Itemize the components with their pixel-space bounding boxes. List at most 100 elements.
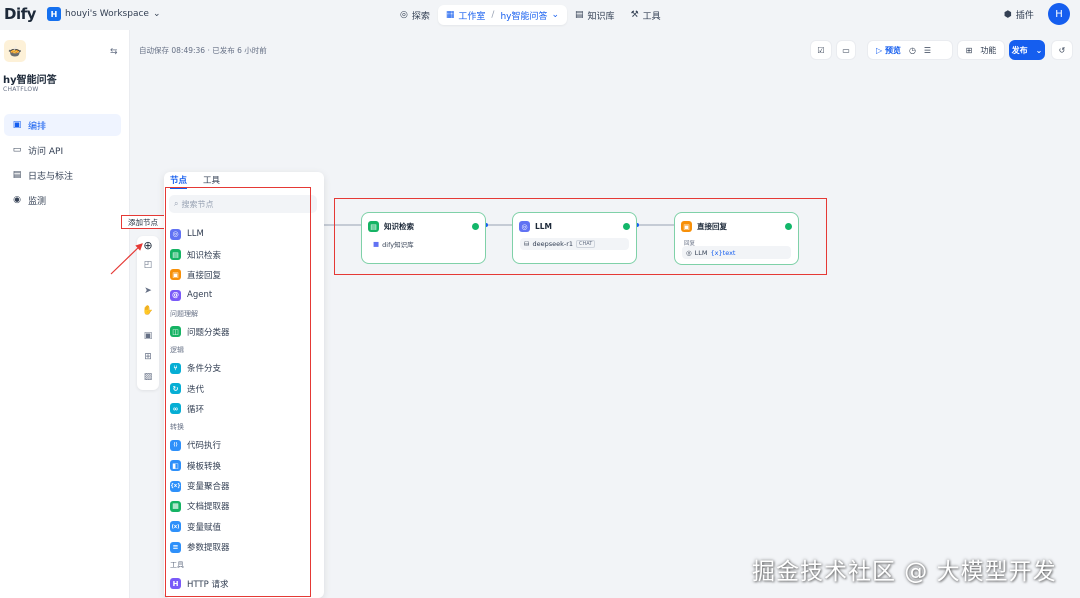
node-list-item[interactable]: @ Agent bbox=[170, 285, 310, 305]
node-list-label: HTTP 请求 bbox=[187, 579, 229, 590]
nav-knowledge[interactable]: ▤ 知识库 bbox=[567, 5, 623, 25]
node-type-icon: @ bbox=[170, 289, 181, 301]
node-list-item[interactable]: ⟨⟩ 代码执行 bbox=[170, 435, 310, 455]
node-header: ▤ 知识检索 bbox=[368, 221, 414, 232]
node-list-label: 变量赋值 bbox=[187, 522, 222, 533]
monitor-icon: ◉ bbox=[13, 195, 21, 205]
node-type-icon: ◧ bbox=[170, 460, 181, 472]
version-history-button[interactable]: ↺ bbox=[1051, 40, 1073, 60]
plugin-label: 插件 bbox=[1015, 11, 1034, 21]
node-list-item[interactable]: ◧ 模板转换 bbox=[170, 456, 310, 476]
sidebar-item-logs[interactable]: ▤ 日志与标注 bbox=[4, 164, 121, 186]
sidebar-item-label: 编排 bbox=[28, 121, 47, 132]
node-model: ⛁ deepseek-r1 CHAT bbox=[520, 238, 629, 250]
sidebar-item-label: 日志与标注 bbox=[28, 171, 74, 182]
node-list-label: 直接回复 bbox=[187, 270, 222, 281]
node-header: ◎ LLM bbox=[519, 221, 552, 232]
note-icon[interactable]: ◰ bbox=[137, 260, 159, 270]
preview-button[interactable]: ▷ 预览 bbox=[876, 45, 901, 56]
node-type-icon: ▦ bbox=[170, 500, 181, 512]
dify-logo[interactable]: Dify bbox=[4, 5, 36, 23]
node-llm[interactable]: ◎ LLM ⛁ deepseek-r1 CHAT bbox=[512, 212, 637, 264]
node-list-item[interactable]: ▦ 文档提取器 bbox=[170, 496, 310, 516]
preview-label: 预览 bbox=[884, 45, 901, 55]
node-knowledge-retrieval[interactable]: ▤ 知识检索 ■ dify知识库 bbox=[361, 212, 486, 264]
node-category: 逻辑 bbox=[170, 345, 184, 354]
app-name: hy智能问答 bbox=[3, 75, 57, 86]
node-list-label: 模板转换 bbox=[187, 461, 222, 472]
publish-button[interactable]: 发布 ⌄ bbox=[1009, 40, 1045, 60]
file-icon: ▤ bbox=[12, 170, 22, 180]
node-list-label: Agent bbox=[187, 290, 213, 301]
node-type-icon: (x) bbox=[170, 521, 181, 533]
node-list-label: 循环 bbox=[187, 404, 205, 415]
add-node-icon[interactable]: ⊕ bbox=[137, 239, 159, 252]
autosave-status: 自动保存 08:49:36 · 已发布 6 小时前 bbox=[139, 46, 267, 55]
node-title: 知识检索 bbox=[384, 222, 414, 231]
node-list-item[interactable]: ∞ 循环 bbox=[170, 399, 310, 419]
node-type-icon: ⑂ bbox=[170, 362, 181, 374]
node-list-item[interactable]: ▤ 知识检索 bbox=[170, 244, 310, 264]
node-list-item[interactable]: ↻ 迭代 bbox=[170, 378, 310, 398]
history-run-icon[interactable]: ◷ bbox=[909, 46, 916, 55]
user-avatar[interactable]: H bbox=[1048, 3, 1070, 25]
node-list-item[interactable]: ≡ 参数提取器 bbox=[170, 537, 310, 557]
node-search-input[interactable]: ⌕ 搜索节点 bbox=[169, 195, 317, 213]
hand-icon[interactable]: ✋ bbox=[137, 306, 159, 316]
success-status-icon bbox=[623, 223, 630, 230]
node-type-icon: ◫ bbox=[170, 326, 181, 338]
llm-ref-icon: ◎ bbox=[686, 248, 692, 257]
features-label: 功能 bbox=[980, 45, 997, 55]
panel-tabs: 节点 工具 bbox=[170, 174, 220, 189]
node-list-item[interactable]: ⑂ 条件分支 bbox=[170, 358, 310, 378]
collapse-icon[interactable]: ⇆ bbox=[110, 47, 118, 57]
annotation-arrows bbox=[110, 223, 674, 276]
minimap-icon[interactable]: ▨ bbox=[137, 372, 159, 382]
node-dataset: ■ dify知识库 bbox=[369, 238, 478, 250]
node-list-label: 代码执行 bbox=[187, 441, 222, 452]
sidebar-item-api[interactable]: ▭ 访问 API bbox=[4, 139, 121, 161]
top-bar: Dify H houyi's Workspace ⌄ ◎ 探索 ▦ 工作室 / … bbox=[0, 0, 1080, 30]
chevron-down-icon: ⌄ bbox=[152, 9, 161, 19]
knowledge-icon: ▤ bbox=[368, 221, 379, 232]
node-list-item[interactable]: ▣ 直接回复 bbox=[170, 265, 310, 285]
search-placeholder: 搜索节点 bbox=[181, 199, 214, 209]
nav-app-label[interactable]: hy智能问答 bbox=[500, 9, 547, 22]
node-list-label: LLM bbox=[187, 229, 204, 240]
sidebar-item-orchestrate[interactable]: ▣ 编排 bbox=[4, 114, 121, 136]
node-list-item[interactable]: (x) 变量赋值 bbox=[170, 517, 310, 537]
workspace-switcher[interactable]: H houyi's Workspace ⌄ bbox=[47, 7, 161, 21]
node-answer[interactable]: ▣ 直接回复 回复 ◎ LLM {x}text bbox=[674, 212, 799, 265]
node-type-icon: ▣ bbox=[170, 269, 181, 281]
nav-studio[interactable]: ▦ 工作室 / hy智能问答 ⌄ bbox=[437, 5, 568, 25]
node-type-icon: ↻ bbox=[170, 383, 181, 395]
node-list-item[interactable]: H HTTP 请求 bbox=[170, 573, 310, 593]
node-list-label: 条件分支 bbox=[187, 364, 222, 375]
env-icon: ▭ bbox=[842, 45, 850, 55]
node-list-item[interactable]: ◎ LLM bbox=[170, 224, 310, 244]
debug-icon[interactable]: ☰ bbox=[924, 46, 931, 55]
tab-tools[interactable]: 工具 bbox=[203, 174, 220, 189]
checklist-button[interactable]: ☑ bbox=[810, 40, 832, 60]
sidebar-item-monitor[interactable]: ◉ 监测 bbox=[4, 189, 121, 211]
organize-icon[interactable]: ⊞ bbox=[137, 352, 159, 362]
nav-studio-label: 工作室 bbox=[458, 11, 486, 22]
node-list-item[interactable]: {x} 变量聚合器 bbox=[170, 476, 310, 496]
pointer-icon[interactable]: ➤ bbox=[137, 286, 159, 296]
ref-node-name: LLM bbox=[694, 248, 708, 257]
sidebar-menu: ▣ 编排 ▭ 访问 API ▤ 日志与标注 ◉ 监测 bbox=[4, 114, 121, 214]
node-title: LLM bbox=[535, 222, 553, 231]
plugin-button[interactable]: ⬢ 插件 bbox=[1004, 8, 1034, 22]
node-type-icon: ▤ bbox=[170, 249, 181, 261]
nav-explore[interactable]: ◎ 探索 bbox=[392, 5, 438, 25]
nav-tools[interactable]: ⚒ 工具 bbox=[623, 5, 669, 25]
export-icon[interactable]: ▣ bbox=[137, 331, 159, 341]
node-list: ◎ LLM ▤ 知识检索 ▣ 直接回复 @ Agent 问题理解 ◫ 问题分类器 逻辑 ⑂ 条件分支 ↻ 迭代… bbox=[170, 224, 310, 594]
env-button[interactable]: ▭ bbox=[836, 40, 856, 60]
features-button[interactable]: ⊞ 功能 bbox=[957, 40, 1005, 60]
chevron-down-icon: ⌄ bbox=[1035, 45, 1043, 55]
sidebar-item-label: 访问 API bbox=[28, 146, 64, 157]
node-list-item[interactable]: ◫ 问题分类器 bbox=[170, 322, 310, 342]
node-list-label: 参数提取器 bbox=[187, 543, 230, 554]
tab-nodes[interactable]: 节点 bbox=[170, 174, 188, 189]
